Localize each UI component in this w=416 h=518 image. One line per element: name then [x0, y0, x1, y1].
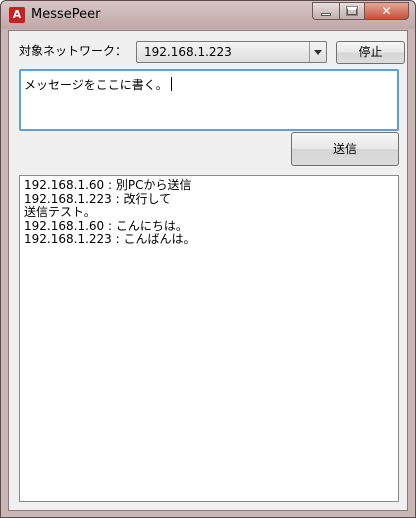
log-line: 192.168.1.223 : 改行して [24, 191, 172, 206]
maximize-button[interactable] [339, 2, 364, 20]
log-line: 192.168.1.60 : 別PCから送信 [24, 178, 192, 192]
chevron-down-icon[interactable] [309, 42, 326, 62]
send-button[interactable]: 送信 [291, 132, 399, 166]
close-button[interactable] [364, 2, 409, 20]
log-line: 192.168.1.60 : こんにちは。 [24, 218, 188, 233]
network-label: 対象ネットワーク： [19, 44, 128, 58]
network-select-value: 192.168.1.223 [144, 45, 232, 59]
text-caret [170, 77, 172, 91]
stop-button[interactable]: 停止 [336, 41, 405, 64]
message-input[interactable]: メッセージをここに書く。 [19, 69, 399, 131]
log-line: 192.168.1.223 : こんばんは。 [24, 232, 196, 246]
title-bar[interactable]: A MessePeer [1, 1, 415, 29]
window-title: MessePeer [31, 7, 101, 22]
message-input-text: メッセージをここに書く。 [24, 76, 172, 93]
message-input-value: メッセージをここに書く。 [24, 78, 168, 92]
client-area: 対象ネットワーク： 192.168.1.223 停止 メッセージをここに書く。 … [8, 30, 408, 511]
minimize-button[interactable] [312, 2, 339, 20]
app-icon[interactable]: A [9, 7, 25, 23]
message-log[interactable]: 192.168.1.60 : 別PCから送信 192.168.1.223 : 改… [19, 175, 399, 502]
network-select[interactable]: 192.168.1.223 [136, 41, 327, 63]
log-line: 送信テスト。 [24, 205, 96, 219]
app-window: A MessePeer 対象ネットワーク： 192.168.1.223 停止 メ… [0, 0, 416, 518]
caption-buttons [312, 2, 409, 21]
